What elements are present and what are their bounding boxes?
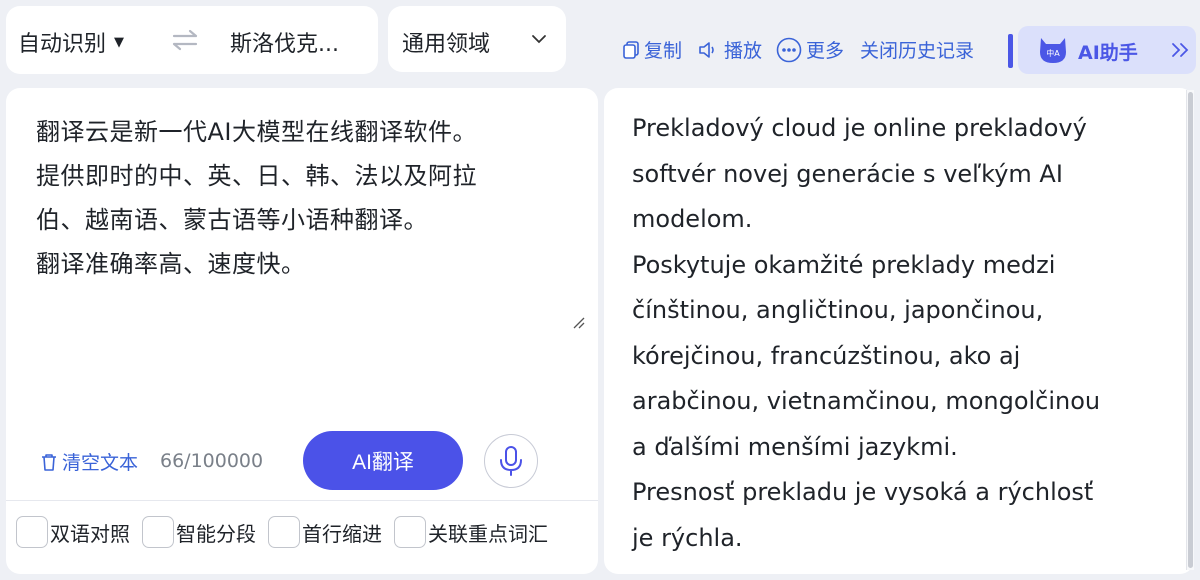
clear-text-label: 清空文本 — [62, 452, 139, 474]
scrollbar-thumb[interactable] — [1188, 92, 1193, 568]
more-label: 更多 — [806, 40, 845, 62]
option-first-line-indent[interactable]: 首行缩进 — [268, 516, 382, 548]
option-key-vocabulary[interactable]: 关联重点词汇 — [394, 516, 548, 548]
ai-mascot-text: 中A — [1046, 48, 1060, 58]
target-panel: Prekladový cloud je online prekladový so… — [604, 88, 1194, 574]
checkbox[interactable] — [268, 516, 300, 548]
ai-translate-button[interactable]: AI翻译 — [303, 431, 463, 490]
translation-output: Prekladový cloud je online prekladový so… — [632, 114, 1101, 552]
copy-icon — [623, 40, 639, 59]
scrollbar[interactable] — [1186, 90, 1194, 570]
more-button[interactable]: 更多 — [776, 36, 844, 63]
swap-icon[interactable] — [170, 28, 200, 52]
copy-label: 复制 — [644, 40, 683, 62]
microphone-icon — [500, 446, 522, 476]
checkbox[interactable] — [142, 516, 174, 548]
more-icon — [776, 37, 802, 62]
ai-assistant-label: AI助手 — [1078, 42, 1138, 64]
option-label: 智能分段 — [176, 521, 256, 546]
target-language-dropdown[interactable]: 斯洛伐克... — [230, 26, 339, 58]
option-label: 首行缩进 — [302, 521, 382, 546]
options-divider — [6, 500, 598, 501]
character-count: 66/100000 — [160, 450, 264, 472]
option-bilingual[interactable]: 双语对照 — [16, 516, 130, 548]
domain-dropdown[interactable]: 通用领域 — [388, 6, 566, 72]
toolbar-divider — [1008, 34, 1013, 68]
caret-down-icon: ▼ — [114, 34, 125, 50]
source-language-dropdown[interactable]: 自动识别 ▼ — [18, 26, 124, 58]
language-selector-bar: 自动识别 ▼ 斯洛伐克... — [6, 6, 378, 74]
chevron-down-icon — [532, 35, 546, 44]
close-history-button[interactable]: 关闭历史记录 — [860, 36, 974, 63]
domain-label: 通用领域 — [402, 32, 491, 57]
resize-grip-icon[interactable] — [570, 314, 586, 330]
option-smart-paragraph[interactable]: 智能分段 — [142, 516, 256, 548]
microphone-button[interactable] — [484, 434, 538, 488]
ai-assistant-button[interactable]: 中A AI助手 — [1018, 26, 1196, 74]
checkbox[interactable] — [16, 516, 48, 548]
option-label: 关联重点词汇 — [428, 521, 548, 546]
source-text-input[interactable]: 翻译云是新一代AI大模型在线翻译软件。 提供即时的中、英、日、韩、法以及阿拉 伯… — [36, 110, 576, 286]
play-label: 播放 — [724, 40, 763, 62]
source-language-label: 自动识别 — [18, 32, 107, 57]
ai-mascot-icon: 中A — [1040, 38, 1066, 63]
checkbox[interactable] — [394, 516, 426, 548]
source-panel: 翻译云是新一代AI大模型在线翻译软件。 提供即时的中、英、日、韩、法以及阿拉 伯… — [6, 88, 598, 574]
copy-button[interactable]: 复制 — [622, 36, 682, 63]
target-language-label: 斯洛伐克... — [230, 32, 339, 57]
clear-text-button[interactable]: 清空文本 — [40, 448, 138, 475]
double-chevron-right-icon — [1172, 43, 1189, 57]
speaker-icon — [699, 41, 714, 58]
play-button[interactable]: 播放 — [698, 36, 762, 63]
close-history-label: 关闭历史记录 — [860, 40, 975, 62]
trash-icon — [42, 453, 56, 471]
option-label: 双语对照 — [50, 521, 130, 546]
